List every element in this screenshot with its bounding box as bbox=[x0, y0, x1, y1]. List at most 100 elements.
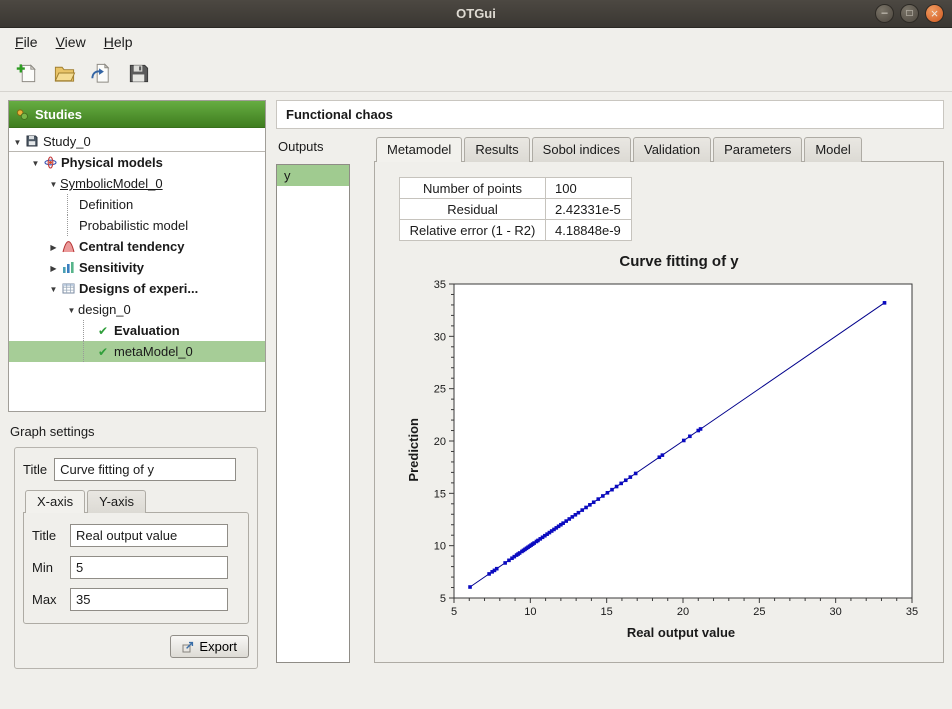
svg-text:20: 20 bbox=[434, 436, 446, 448]
tree-item-label: Definition bbox=[79, 197, 133, 212]
check-icon bbox=[95, 324, 111, 338]
metamodel-tab-content: Number of points 100 Residual 2.42331e-5… bbox=[374, 161, 944, 663]
svg-text:35: 35 bbox=[434, 279, 446, 291]
metamodel-tabwidget: Metamodel Results Sobol indices Validati… bbox=[374, 137, 944, 663]
tab-metamodel[interactable]: Metamodel bbox=[376, 137, 462, 162]
table-row: Number of points 100 bbox=[400, 178, 632, 199]
axis-max-label: Max bbox=[32, 592, 70, 607]
tree-item-sensitivity[interactable]: Sensitivity bbox=[9, 257, 265, 278]
tree-item-label: Designs of experi... bbox=[79, 281, 198, 296]
studies-tree: Study_0 Physical models SymbolicModel_0 … bbox=[9, 128, 265, 411]
titlebar: OTGui bbox=[0, 0, 952, 28]
axis-min-input[interactable] bbox=[70, 556, 228, 579]
svg-text:30: 30 bbox=[830, 606, 842, 618]
tree-item-designs-of-experiments[interactable]: Designs of experi... bbox=[9, 278, 265, 299]
left-panel: Studies Study_0 Physical models bbox=[8, 100, 266, 699]
save-button[interactable] bbox=[125, 60, 151, 86]
tree-item-design-0[interactable]: design_0 bbox=[9, 299, 265, 320]
svg-text:10: 10 bbox=[434, 541, 446, 553]
import-script-button[interactable] bbox=[88, 60, 114, 86]
menu-view[interactable]: View bbox=[47, 30, 95, 54]
curve-fitting-chart: Curve fitting of y Prediction 5101520253… bbox=[406, 253, 926, 640]
export-button[interactable]: Export bbox=[170, 635, 249, 658]
tree-item-label: Probabilistic model bbox=[79, 218, 188, 233]
tree-item-label: design_0 bbox=[78, 302, 131, 317]
axis-tabs: X-axis Y-axis bbox=[25, 490, 249, 513]
tree-item-label: Physical models bbox=[61, 155, 163, 170]
table-cell-label: Residual bbox=[400, 199, 546, 220]
save-icon bbox=[127, 62, 150, 85]
tree-item-physical-models[interactable]: Physical models bbox=[9, 152, 265, 173]
tree-item-label: Sensitivity bbox=[79, 260, 144, 275]
menu-file[interactable]: File bbox=[6, 30, 47, 54]
chevron-right-icon[interactable] bbox=[47, 260, 60, 275]
outputs-list: y bbox=[276, 164, 350, 663]
tree-item-definition[interactable]: Definition bbox=[9, 194, 265, 215]
chevron-down-icon[interactable] bbox=[47, 281, 60, 296]
tree-item-probabilistic-model[interactable]: Probabilistic model bbox=[9, 215, 265, 236]
tab-validation[interactable]: Validation bbox=[633, 137, 711, 162]
chevron-down-icon[interactable] bbox=[65, 302, 78, 317]
svg-text:35: 35 bbox=[906, 606, 918, 618]
studies-dock-header: Studies bbox=[9, 101, 265, 128]
menu-help[interactable]: Help bbox=[95, 30, 142, 54]
chevron-right-icon[interactable] bbox=[47, 239, 60, 254]
minimize-icon[interactable] bbox=[875, 4, 894, 23]
open-folder-icon bbox=[53, 62, 76, 85]
main-content: Studies Study_0 Physical models bbox=[0, 92, 952, 709]
graph-settings-panel: Title X-axis Y-axis Title Min Max bbox=[14, 447, 258, 669]
chevron-down-icon[interactable] bbox=[47, 176, 60, 191]
svg-text:10: 10 bbox=[524, 606, 536, 618]
tree-item-metamodel-0[interactable]: metaModel_0 bbox=[9, 341, 265, 362]
tree-item-label: Study_0 bbox=[43, 134, 91, 149]
chevron-down-icon[interactable] bbox=[11, 134, 24, 149]
svg-text:25: 25 bbox=[434, 384, 446, 396]
graph-title-label: Title bbox=[23, 462, 47, 477]
tree-guide-line bbox=[83, 341, 95, 362]
open-study-button[interactable] bbox=[51, 60, 77, 86]
window-controls bbox=[875, 4, 944, 23]
studies-panel: Studies Study_0 Physical models bbox=[8, 100, 266, 412]
metamodel-summary-table: Number of points 100 Residual 2.42331e-5… bbox=[399, 177, 632, 241]
design-of-experiments-icon bbox=[60, 282, 76, 295]
tree-item-study-0[interactable]: Study_0 bbox=[9, 131, 265, 152]
outputs-panel: Outputs y bbox=[276, 137, 360, 663]
svg-text:15: 15 bbox=[434, 488, 446, 500]
tree-guide-line bbox=[67, 194, 79, 215]
tree-item-label: Central tendency bbox=[79, 239, 184, 254]
axis-max-input[interactable] bbox=[70, 588, 228, 611]
import-script-icon bbox=[90, 62, 113, 85]
svg-text:30: 30 bbox=[434, 331, 446, 343]
tree-item-label: SymbolicModel_0 bbox=[60, 176, 163, 191]
graph-title-input[interactable] bbox=[54, 458, 236, 481]
list-item-output-y[interactable]: y bbox=[277, 165, 349, 186]
tree-item-evaluation[interactable]: Evaluation bbox=[9, 320, 265, 341]
x-axis-settings: Title Min Max bbox=[23, 512, 249, 624]
table-cell-label: Number of points bbox=[400, 178, 546, 199]
metamodel-tabs: Metamodel Results Sobol indices Validati… bbox=[374, 137, 944, 162]
tab-x-axis[interactable]: X-axis bbox=[25, 490, 85, 513]
axis-min-label: Min bbox=[32, 560, 70, 575]
axis-title-input[interactable] bbox=[70, 524, 228, 547]
svg-text:15: 15 bbox=[601, 606, 613, 618]
tab-sobol-indices[interactable]: Sobol indices bbox=[532, 137, 631, 162]
tab-y-axis[interactable]: Y-axis bbox=[87, 490, 146, 513]
tree-item-symbolicmodel-0[interactable]: SymbolicModel_0 bbox=[9, 173, 265, 194]
tab-results[interactable]: Results bbox=[464, 137, 529, 162]
new-study-button[interactable] bbox=[14, 60, 40, 86]
tree-item-central-tendency[interactable]: Central tendency bbox=[9, 236, 265, 257]
close-icon[interactable] bbox=[925, 4, 944, 23]
x-axis-label: Real output value bbox=[406, 625, 926, 640]
export-button-label: Export bbox=[199, 639, 237, 654]
axis-title-label: Title bbox=[32, 528, 70, 543]
check-icon bbox=[95, 345, 111, 359]
tab-model[interactable]: Model bbox=[804, 137, 861, 162]
maximize-icon[interactable] bbox=[900, 4, 919, 23]
tab-parameters[interactable]: Parameters bbox=[713, 137, 802, 162]
chevron-down-icon[interactable] bbox=[29, 155, 42, 170]
table-cell-value: 4.18848e-9 bbox=[546, 220, 632, 241]
svg-text:5: 5 bbox=[440, 593, 446, 605]
studies-icon bbox=[16, 108, 29, 121]
tree-guide-line bbox=[83, 320, 95, 341]
outputs-label: Outputs bbox=[278, 139, 360, 154]
